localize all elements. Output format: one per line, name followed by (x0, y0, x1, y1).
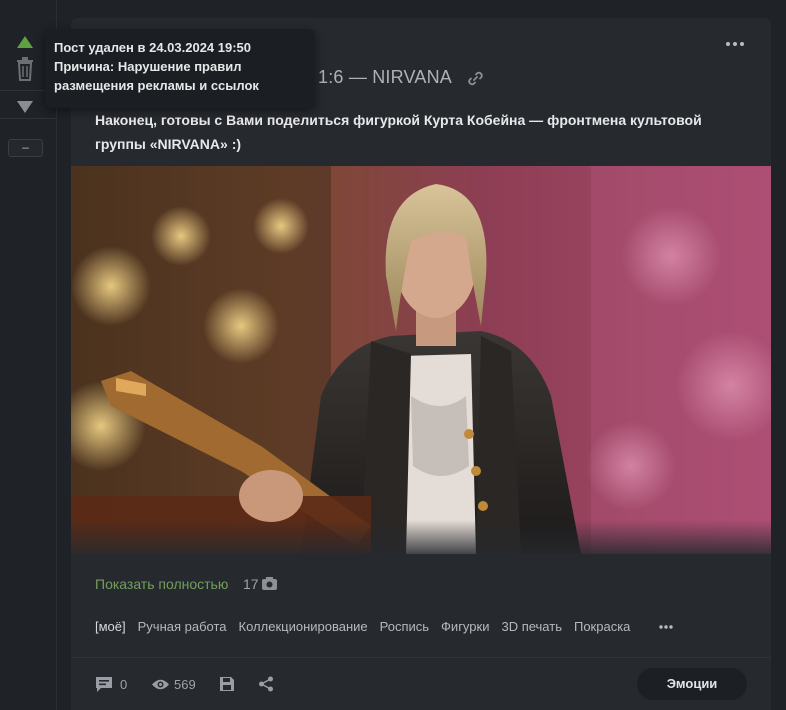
link-icon[interactable] (467, 70, 484, 87)
share-icon[interactable] (258, 676, 274, 692)
tag-list: [моё] Ручная работа Коллекционирование Р… (95, 619, 630, 637)
tooltip-deleted-line: Пост удален в 24.03.2024 19:50 (54, 40, 252, 55)
tags-more-icon[interactable] (658, 623, 674, 631)
post-photo[interactable] (71, 166, 771, 554)
views-count: 569 (174, 677, 196, 692)
arrow-up-icon[interactable] (17, 36, 33, 48)
photo-fade (71, 520, 771, 560)
tag-mine[interactable]: [моё] (95, 619, 126, 637)
comment-icon[interactable] (95, 676, 113, 693)
tooltip-reason-line: Причина: Нарушение правил (54, 59, 242, 74)
save-icon[interactable] (219, 676, 235, 692)
show-full-link[interactable]: Показать полностью (95, 576, 228, 592)
collapse-button[interactable]: – (8, 139, 43, 157)
trash-icon[interactable] (15, 57, 35, 81)
eye-icon (152, 679, 169, 690)
tag-item[interactable]: Ручная работа (138, 619, 227, 637)
post-title[interactable]: 1:6 — NIRVANA (318, 67, 452, 88)
rail-divider (0, 118, 57, 119)
post-text: Наконец, готовы с Вами поделиться фигурк… (95, 112, 702, 152)
camera-icon (262, 577, 277, 590)
arrow-down-icon[interactable] (17, 101, 33, 113)
comments-count: 0 (120, 677, 128, 692)
footer-divider (71, 657, 771, 658)
tooltip-reason-line: размещения рекламы и ссылок (54, 78, 259, 93)
tag-item[interactable]: Коллекционирование (239, 619, 368, 637)
tag-item[interactable]: Фигурки (441, 619, 489, 637)
emotions-button[interactable]: Эмоции (637, 668, 747, 700)
deleted-post-tooltip: Пост удален в 24.03.2024 19:50 Причина: … (45, 29, 315, 108)
more-dots-icon[interactable] (724, 38, 746, 50)
tag-item[interactable]: Покраска (574, 619, 630, 637)
tag-item[interactable]: Роспись (380, 619, 429, 637)
photo-count: 17 (243, 576, 259, 592)
tag-item[interactable]: 3D печать (501, 619, 562, 637)
